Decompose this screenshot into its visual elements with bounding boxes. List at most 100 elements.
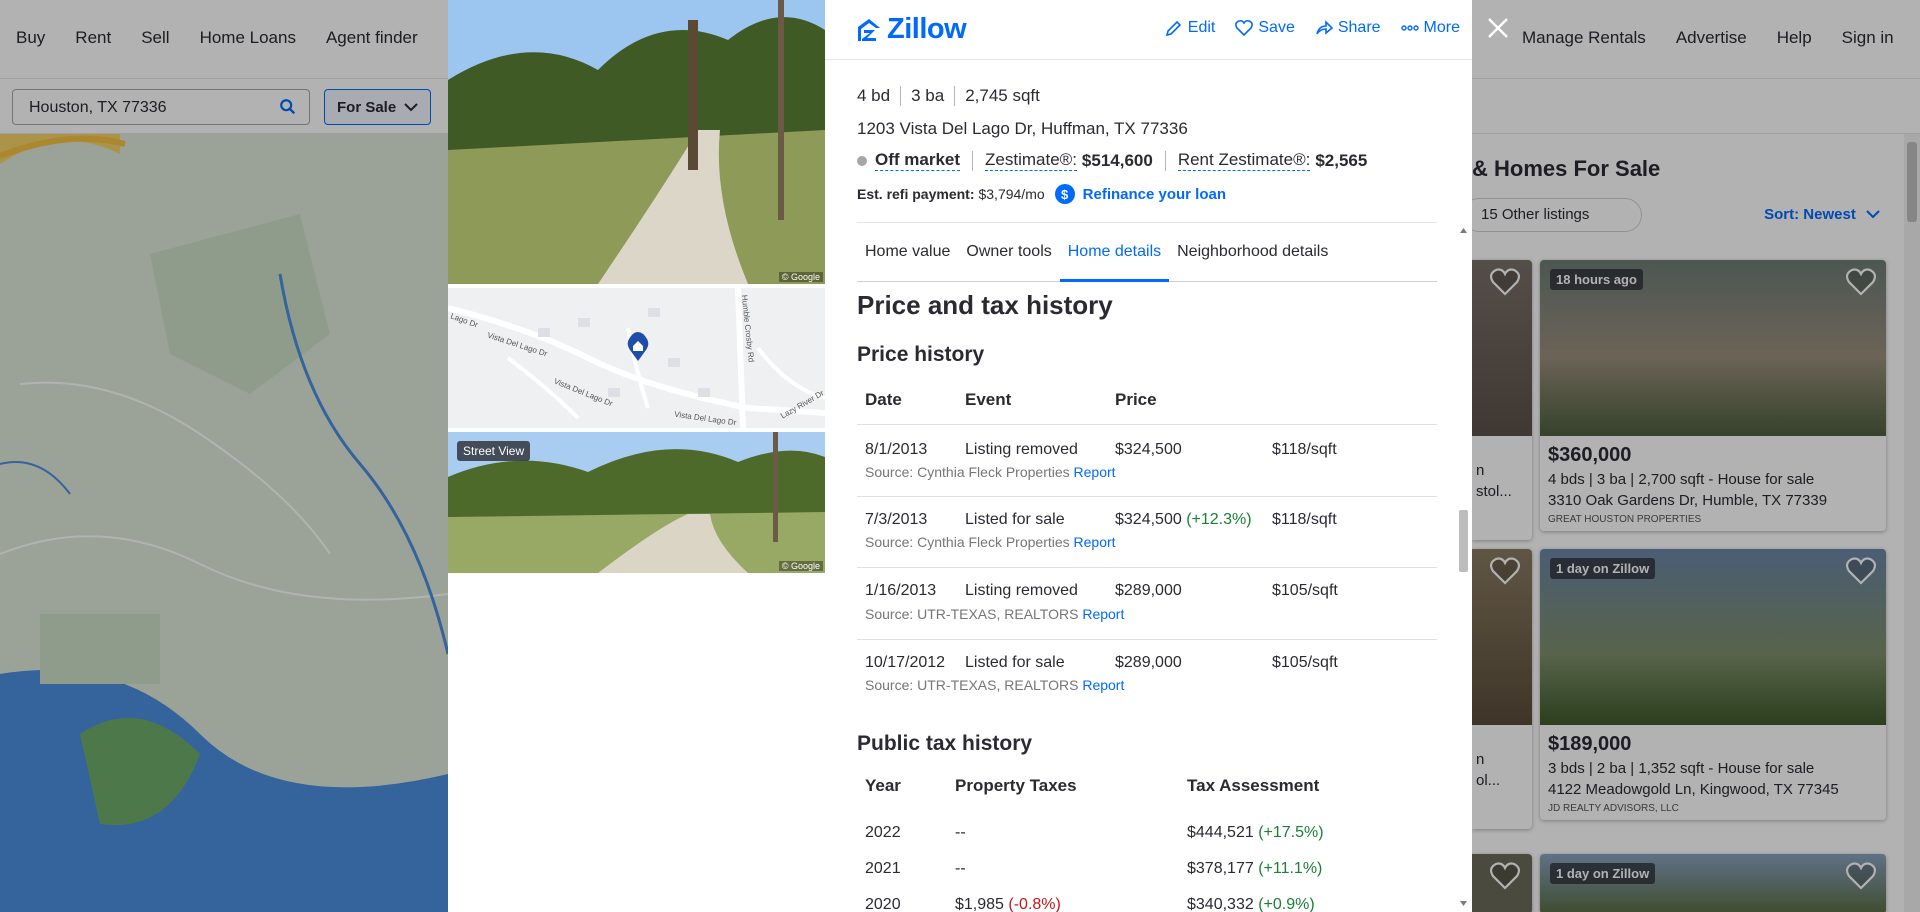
col-year: Year [865, 776, 901, 795]
property-photo[interactable]: © Google [448, 0, 825, 284]
report-link[interactable]: Report [1082, 677, 1124, 693]
tax-value: $1,985 [955, 896, 1004, 912]
col-price: Price [1115, 390, 1157, 409]
scroll-thumb[interactable] [1459, 510, 1468, 572]
mini-map[interactable]: Vista Del Lago Dr Vista Del Lago Dr Vist… [448, 288, 825, 428]
baths: 3 ba [900, 86, 954, 106]
tax-change: (-0.8%) [1008, 896, 1061, 912]
assessment-value: $340,332 [1187, 896, 1254, 912]
report-link[interactable]: Report [1082, 606, 1124, 622]
tax-assessment: $378,177 (+11.1%) [1187, 860, 1322, 878]
row-price-per-sqft: $105/sqft [1272, 582, 1338, 599]
tab-home-value[interactable]: Home value [857, 223, 958, 282]
assessment-change: (+17.5%) [1258, 824, 1324, 841]
home-pin-icon[interactable] [626, 332, 650, 362]
row-date: 10/17/2012 [865, 654, 946, 671]
col-property-taxes: Property Taxes [955, 776, 1077, 795]
save-label: Save [1258, 19, 1295, 36]
rent-zestimate-label[interactable]: Rent Zestimate®: [1177, 150, 1311, 171]
google-attribution: © Google [778, 272, 823, 282]
zillow-logo[interactable]: Zillow [857, 13, 967, 46]
row-source: Source: UTR-TEXAS, REALTORS Report [865, 677, 1124, 693]
share-button[interactable]: Share [1315, 19, 1381, 37]
row-source: Source: Cynthia Fleck Properties Report [865, 534, 1116, 550]
refi-line: Est. refi payment: $3,794/mo $ Refinance… [857, 184, 1226, 204]
tax-assessment: $340,332 (+0.9%) [1187, 896, 1315, 912]
zestimate-value: $514,600 [1081, 150, 1153, 170]
col-date: Date [865, 390, 902, 409]
tab-neighborhood-details[interactable]: Neighborhood details [1169, 223, 1336, 282]
source-text: Source: UTR-TEXAS, REALTORS [865, 606, 1079, 622]
street-photo [448, 0, 825, 284]
property-modal: © Google Vista Del Lago Dr Vista Del Lag… [448, 0, 1472, 912]
divider [972, 150, 974, 171]
row-price-per-sqft: $105/sqft [1272, 654, 1338, 671]
tax-year: 2020 [865, 896, 901, 912]
divider [1164, 150, 1166, 171]
row-event: Listing removed [965, 441, 1078, 458]
detail-scroll-area[interactable]: 4 bd 3 ba 2,745 sqft 1203 Vista Del Lago… [825, 60, 1472, 912]
col-event: Event [965, 390, 1012, 409]
source-text: Source: Cynthia Fleck Properties [865, 534, 1070, 550]
assessment-change: (+0.9%) [1258, 896, 1315, 912]
table-row: 10/17/2012 Listed for sale $289,000 $105… [857, 640, 1437, 712]
tax-amount: $1,985 (-0.8%) [955, 896, 1061, 912]
edit-button[interactable]: Edit [1165, 19, 1215, 37]
app-root: Buy Rent Sell Home Loans Agent finder Ma… [0, 0, 1920, 912]
row-price-per-sqft: $118/sqft [1272, 511, 1337, 528]
price-tax-heading: Price and tax history [857, 290, 1113, 320]
save-button[interactable]: Save [1235, 19, 1295, 37]
dollar-icon: $ [1054, 184, 1075, 204]
scroll-down-icon[interactable] [1457, 898, 1470, 908]
report-link[interactable]: Report [1074, 464, 1116, 480]
more-dots-icon [1400, 25, 1419, 31]
row-date: 7/3/2013 [865, 511, 928, 528]
close-icon[interactable] [1486, 16, 1510, 40]
more-label: More [1423, 19, 1460, 36]
row-date: 8/1/2013 [865, 441, 928, 458]
heart-icon [1235, 19, 1254, 37]
refinance-link[interactable]: Refinance your loan [1083, 186, 1226, 203]
row-price: $324,500 [1115, 441, 1182, 458]
status-line: Off market Zestimate®: $514,600 Rent Zes… [857, 150, 1367, 171]
col-tax-assessment: Tax Assessment [1187, 776, 1320, 795]
detail-header: Zillow Edit Save Share More [825, 0, 1472, 60]
detail-tabs: Home value Owner tools Home details Neig… [857, 222, 1437, 282]
tax-year: 2021 [865, 860, 901, 877]
tax-year: 2022 [865, 824, 901, 841]
table-header-row: Date Event Price [857, 378, 1437, 425]
status-label[interactable]: Off market [875, 150, 961, 171]
refi-value: $3,794/mo [978, 186, 1045, 202]
scroll-up-icon[interactable] [1457, 226, 1470, 236]
tax-history-table: Year Property Taxes Tax Assessment 2022 … [857, 766, 1437, 912]
tax-amount: -- [955, 860, 966, 877]
detail-panel: Zillow Edit Save Share More 4 bd 3 ba 2,… [825, 0, 1472, 912]
tax-history-heading: Public tax history [857, 732, 1033, 755]
photo-gallery: © Google Vista Del Lago Dr Vista Del Lag… [448, 0, 825, 912]
tab-home-details[interactable]: Home details [1059, 223, 1170, 282]
tab-owner-tools[interactable]: Owner tools [958, 223, 1059, 282]
street-view-photo[interactable]: Street View © Google [448, 432, 825, 573]
row-price: $289,000 [1115, 654, 1182, 671]
zestimate-label[interactable]: Zestimate®: [985, 150, 1077, 171]
table-row: 1/16/2013 Listing removed $289,000 $105/… [857, 568, 1437, 640]
source-text: Source: Cynthia Fleck Properties [865, 464, 1070, 480]
row-price: $289,000 [1115, 582, 1182, 599]
assessment-value: $378,177 [1187, 860, 1254, 877]
share-label: Share [1337, 19, 1381, 36]
detail-scrollbar[interactable] [1457, 222, 1470, 912]
rent-zestimate-value: $2,565 [1315, 150, 1368, 170]
sqft: 2,745 sqft [954, 86, 1050, 106]
property-address: 1203 Vista Del Lago Dr, Huffman, TX 7733… [857, 119, 1188, 138]
row-event: Listing removed [965, 582, 1078, 599]
zillow-logo-icon [858, 18, 880, 41]
property-facts: 4 bd 3 ba 2,745 sqft [857, 86, 1050, 106]
report-link[interactable]: Report [1074, 534, 1116, 550]
row-event: Listed for sale [965, 511, 1065, 528]
price-value: $324,500 [1115, 511, 1182, 528]
more-button[interactable]: More [1400, 19, 1460, 37]
price-change: (+12.3%) [1186, 511, 1252, 528]
row-event: Listed for sale [965, 654, 1065, 671]
header-actions: Edit Save Share More [1165, 19, 1460, 37]
assessment-change: (+11.1%) [1258, 860, 1323, 877]
